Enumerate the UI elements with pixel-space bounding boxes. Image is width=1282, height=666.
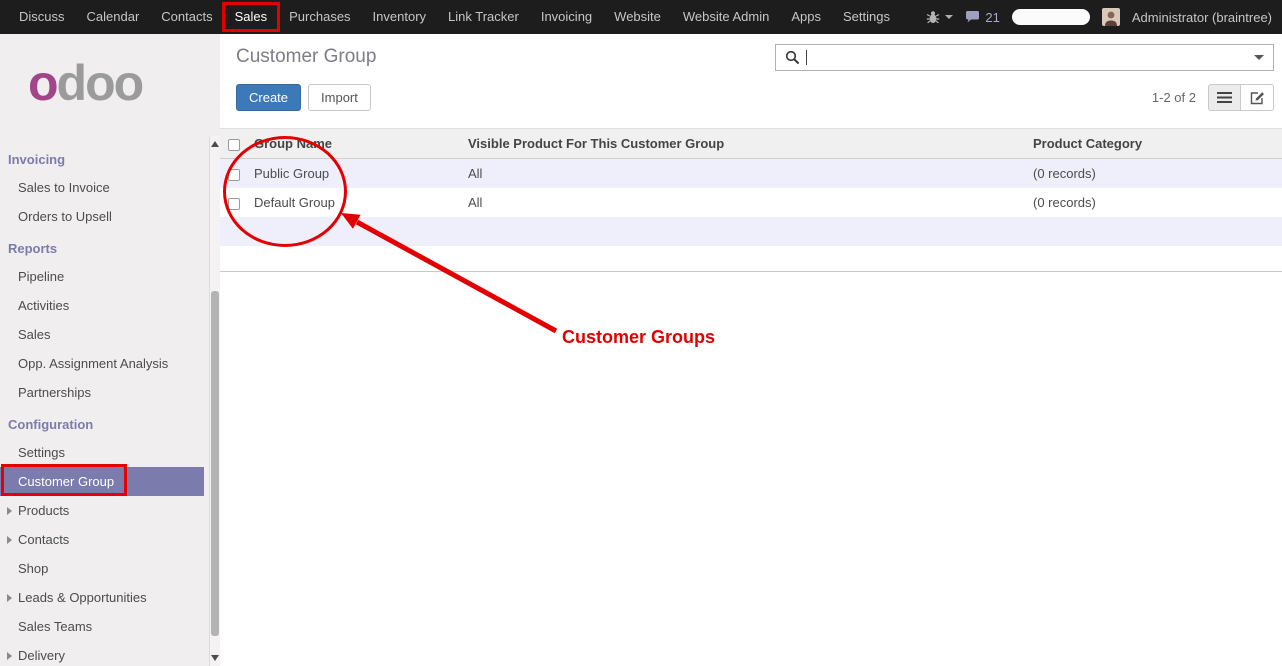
sidebar-item-contacts[interactable]: Contacts [0, 525, 220, 554]
table-row[interactable]: Public Group All (0 records) [220, 159, 1282, 189]
column-visible-product[interactable]: Visible Product For This Customer Group [460, 129, 1025, 159]
menu-sales[interactable]: Sales [224, 0, 279, 34]
sidebar-item-label: Delivery [18, 648, 65, 663]
avatar[interactable] [1102, 8, 1120, 26]
menu-sales-label: Sales [235, 9, 268, 24]
sidebar-item-customer-group[interactable]: Customer Group [0, 467, 204, 496]
sidebar-scrollbar[interactable] [209, 136, 220, 666]
menu-link-tracker[interactable]: Link Tracker [437, 0, 530, 34]
pager: 1-2 of 2 [1152, 90, 1196, 105]
menu-inventory[interactable]: Inventory [362, 0, 437, 34]
triangle-right-icon [7, 652, 12, 660]
section-reports: Reports [0, 235, 220, 262]
sidebar-item-products[interactable]: Products [0, 496, 220, 525]
create-button[interactable]: Create [236, 84, 301, 111]
sidebar-item-label: Products [18, 503, 69, 518]
column-product-category[interactable]: Product Category [1025, 129, 1282, 159]
messages-count: 21 [985, 10, 999, 25]
sidebar-item-leads-opportunities[interactable]: Leads & Opportunities [0, 583, 220, 612]
edit-pencil-icon [1250, 91, 1265, 105]
control-panel: Customer Group Create Import 1-2 of 2 [220, 34, 1282, 128]
section-invoicing: Invoicing [0, 146, 220, 173]
sidebar-item-sales-teams[interactable]: Sales Teams [0, 612, 220, 641]
menu-website[interactable]: Website [603, 0, 672, 34]
table-header-row: Group Name Visible Product For This Cust… [220, 129, 1282, 159]
triangle-right-icon [7, 507, 12, 515]
search-icon [785, 50, 800, 65]
sidebar-item-label: Customer Group [18, 474, 114, 489]
sidebar-item-orders-to-upsell[interactable]: Orders to Upsell [0, 202, 220, 231]
records-table: Group Name Visible Product For This Cust… [220, 128, 1282, 246]
menu-apps[interactable]: Apps [780, 0, 832, 34]
menu-discuss[interactable]: Discuss [8, 0, 76, 34]
sidebar-item-partnerships[interactable]: Partnerships [0, 378, 220, 407]
product-category-cell[interactable]: (0 records) [1025, 188, 1282, 217]
menu-invoicing[interactable]: Invoicing [530, 0, 603, 34]
caret-down-icon [945, 15, 953, 19]
column-group-name[interactable]: Group Name [246, 129, 460, 159]
scroll-up-arrow-icon[interactable] [211, 141, 219, 147]
top-menu: Discuss Calendar Contacts Sales Purchase… [0, 0, 901, 34]
checkbox-cell [220, 188, 246, 217]
group-name-cell[interactable]: Public Group [246, 159, 460, 189]
checkbox-cell [220, 159, 246, 189]
product-category-cell[interactable]: (0 records) [1025, 159, 1282, 189]
sidebar-item-sales[interactable]: Sales [0, 320, 220, 349]
view-switcher [1208, 84, 1274, 111]
sidebar-item-pipeline[interactable]: Pipeline [0, 262, 220, 291]
sidebar-menu: Invoicing Sales to Invoice Orders to Ups… [0, 146, 220, 666]
logo-rest: doo [57, 55, 143, 111]
main-content: Customer Group Create Import 1-2 of 2 [220, 34, 1282, 666]
triangle-right-icon [7, 536, 12, 544]
action-buttons: Create Import [236, 84, 371, 111]
scrollbar-thumb[interactable] [211, 291, 219, 636]
sidebar-item-activities[interactable]: Activities [0, 291, 220, 320]
menu-calendar[interactable]: Calendar [76, 0, 151, 34]
search-input[interactable] [807, 49, 1254, 66]
table-row[interactable]: Default Group All (0 records) [220, 188, 1282, 217]
sheet-end-divider [220, 246, 1282, 272]
sidebar-item-label: Leads & Opportunities [18, 590, 147, 605]
menu-settings[interactable]: Settings [832, 0, 901, 34]
debug-menu[interactable] [926, 10, 953, 24]
pager-area: 1-2 of 2 [1152, 84, 1274, 111]
row-checkbox[interactable] [228, 198, 240, 210]
topbar-right: 21 Administrator (braintree) [926, 0, 1282, 34]
timer-widget[interactable] [1012, 9, 1090, 25]
import-button[interactable]: Import [308, 84, 371, 111]
scroll-down-arrow-icon[interactable] [211, 655, 219, 661]
page-title: Customer Group [236, 46, 376, 68]
search-bar[interactable] [775, 44, 1274, 71]
menu-purchases[interactable]: Purchases [278, 0, 361, 34]
sidebar-item-opp-assignment-analysis[interactable]: Opp. Assignment Analysis [0, 349, 220, 378]
topbar: Discuss Calendar Contacts Sales Purchase… [0, 0, 1282, 34]
select-all-header[interactable] [220, 129, 246, 159]
menu-website-admin[interactable]: Website Admin [672, 0, 780, 34]
menu-contacts[interactable]: Contacts [150, 0, 223, 34]
list-view-button[interactable] [1208, 84, 1241, 111]
sidebar-item-label: Contacts [18, 532, 69, 547]
sidebar-item-shop[interactable]: Shop [0, 554, 220, 583]
triangle-right-icon [7, 594, 12, 602]
empty-row [220, 217, 1282, 246]
visible-product-cell[interactable]: All [460, 159, 1025, 189]
sidebar: odoo Invoicing Sales to Invoice Orders t… [0, 34, 220, 666]
group-name-cell[interactable]: Default Group [246, 188, 460, 217]
section-configuration: Configuration [0, 411, 220, 438]
visible-product-cell[interactable]: All [460, 188, 1025, 217]
bug-icon [926, 10, 940, 24]
user-menu[interactable]: Administrator (braintree) [1132, 10, 1272, 25]
row-checkbox[interactable] [228, 169, 240, 181]
sidebar-item-settings[interactable]: Settings [0, 438, 220, 467]
search-dropdown-caret-icon[interactable] [1254, 55, 1264, 60]
sidebar-item-sales-to-invoice[interactable]: Sales to Invoice [0, 173, 220, 202]
logo-first-letter: o [28, 55, 57, 111]
messages-indicator[interactable]: 21 [965, 10, 999, 25]
sidebar-item-delivery[interactable]: Delivery [0, 641, 220, 666]
odoo-logo[interactable]: odoo [0, 34, 220, 122]
list-icon [1217, 91, 1232, 104]
speech-bubble-icon [965, 10, 980, 24]
form-view-button[interactable] [1241, 84, 1274, 111]
select-all-checkbox[interactable] [228, 139, 240, 151]
